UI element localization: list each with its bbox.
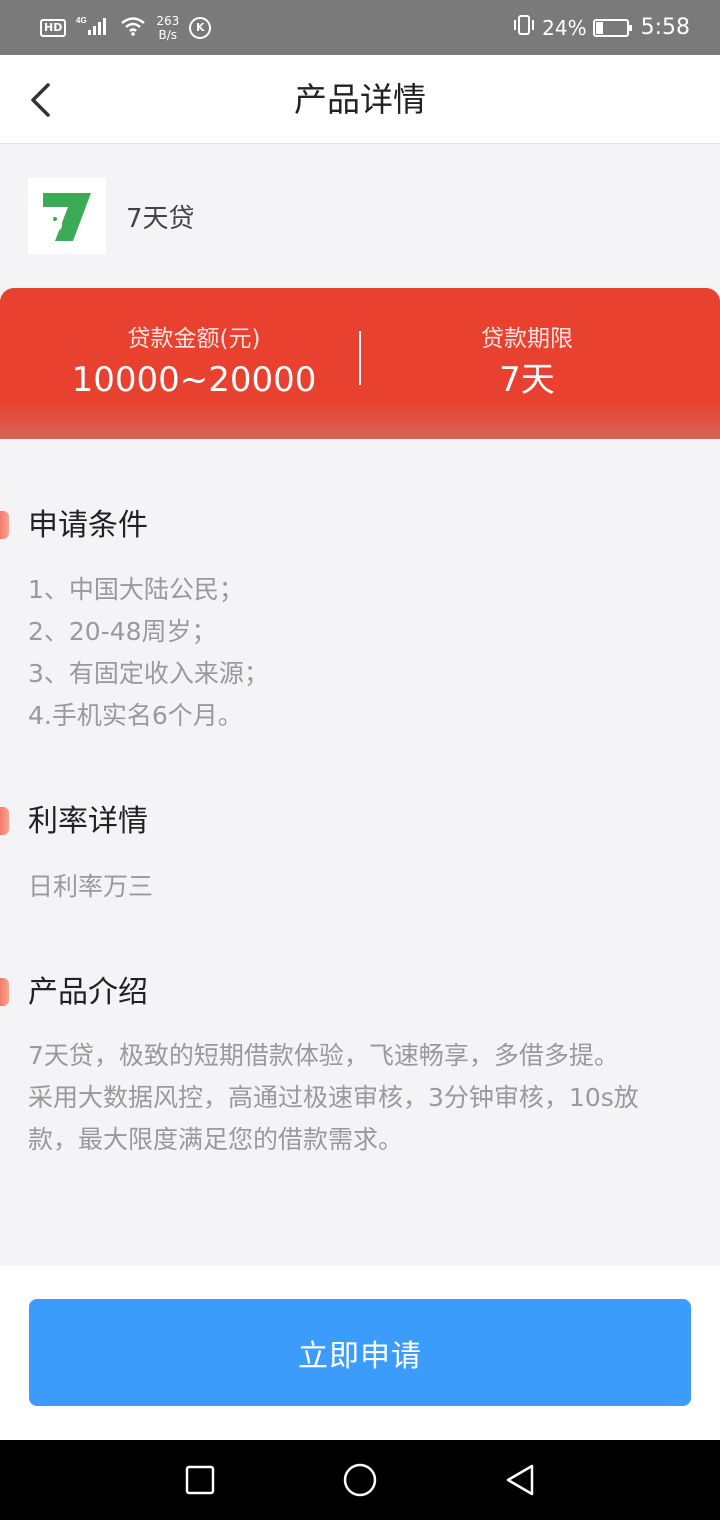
network-speed: 263 B/s xyxy=(156,14,179,42)
loan-term: 贷款期限 7天 xyxy=(370,324,684,402)
intro-text: 7天贷，极致的短期借款体验，飞速畅享，多借多提。 采用大数据风控，高通过极速审核… xyxy=(28,1035,684,1161)
condition-item: 2、20-48周岁； xyxy=(28,617,217,646)
speed-unit: B/s xyxy=(158,27,178,42)
rate-title: 利率详情 xyxy=(28,804,148,839)
product-name: 7天贷 xyxy=(126,203,195,234)
conditions-title: 申请条件 xyxy=(28,508,148,543)
svg-text:4G: 4G xyxy=(76,16,87,25)
section-marker xyxy=(0,978,9,1006)
clock: 5:58 xyxy=(640,15,690,40)
intro-line: 款，最大限度满足您的借款需求。 xyxy=(28,1125,404,1154)
vibrate-icon xyxy=(512,14,536,41)
battery-fill xyxy=(595,21,604,34)
rate-text: 日利率万三 xyxy=(28,872,154,901)
back-button[interactable] xyxy=(18,73,62,127)
speed-value: 263 xyxy=(156,13,180,28)
intro-title: 产品介绍 xyxy=(28,975,148,1010)
signal-icon: 4G xyxy=(76,15,110,41)
status-bar: HD 4G 263 B/s K 24% 5:58 xyxy=(0,0,720,55)
recent-apps-icon[interactable] xyxy=(178,1458,222,1502)
condition-item: 1、中国大陆公民； xyxy=(28,575,244,604)
battery-icon xyxy=(592,18,632,37)
loan-amount-value: 10000~20000 xyxy=(71,360,317,400)
nav-bar: 产品详情 xyxy=(0,55,720,144)
loan-summary-card: 贷款金额(元) 10000~20000 贷款期限 7天 xyxy=(0,288,720,439)
hd-icon: HD xyxy=(40,18,67,37)
battery-percent: 24% xyxy=(542,15,587,40)
section-marker xyxy=(0,511,9,539)
system-nav-bar xyxy=(0,1440,720,1520)
loan-amount-label: 贷款金额(元) xyxy=(127,326,261,352)
status-left: HD 4G 263 B/s K xyxy=(40,14,212,42)
back-icon[interactable] xyxy=(498,1458,542,1502)
conditions-list: 1、中国大陆公民； 2、20-48周岁； 3、有固定收入来源； 4.手机实名6个… xyxy=(28,569,684,737)
intro-line: 采用大数据风控，高通过极速审核，3分钟审核，10s放 xyxy=(28,1083,639,1112)
product-header: 7天贷 xyxy=(28,178,195,254)
apply-button[interactable]: 立即申请 xyxy=(29,1299,691,1406)
loan-term-value: 7天 xyxy=(499,360,555,400)
loan-term-label: 贷款期限 xyxy=(481,326,573,352)
chevron-left-icon xyxy=(31,83,50,117)
home-icon[interactable] xyxy=(338,1458,382,1502)
product-logo-icon xyxy=(28,178,106,254)
bottom-bar: 立即申请 xyxy=(0,1266,720,1440)
intro-line: 7天贷，极致的短期借款体验，飞速畅享，多借多提。 xyxy=(28,1041,619,1070)
condition-item: 3、有固定收入来源； xyxy=(28,659,269,688)
wifi-icon xyxy=(120,16,146,40)
status-right: 24% 5:58 xyxy=(512,14,690,41)
condition-item: 4.手机实名6个月。 xyxy=(28,701,243,730)
loan-amount: 贷款金额(元) 10000~20000 xyxy=(40,324,348,402)
page-title: 产品详情 xyxy=(294,80,426,119)
loan-divider xyxy=(359,331,361,385)
k-icon: K xyxy=(189,16,212,39)
section-marker xyxy=(0,807,9,835)
